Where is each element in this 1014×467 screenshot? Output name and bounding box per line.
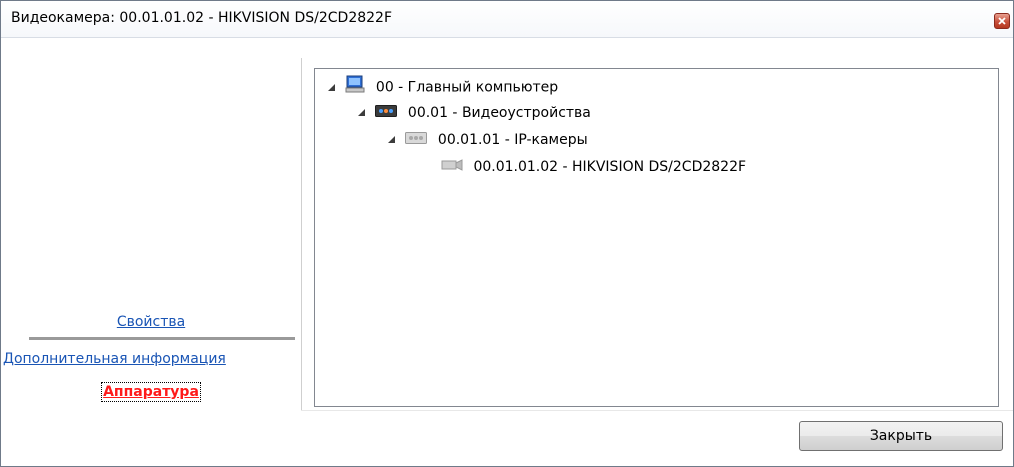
title-bar: Видеокамера: 00.01.01.02 - HIKVISION DS/… xyxy=(1,1,1013,38)
tree-item-label: 00.01.01.02 - HIKVISION DS/2CD2822F xyxy=(473,159,747,175)
computer-icon xyxy=(345,75,365,100)
expand-arrow-icon[interactable] xyxy=(327,77,341,99)
tree-item-label: 00 - Главный компьютер xyxy=(375,79,559,96)
tree-item-hikvision-camera[interactable]: 00.01.01.02 - HIKVISION DS/2CD2822F xyxy=(441,156,746,178)
video-devices-icon xyxy=(375,102,398,124)
tree-item-label: 00.01.01 - IP-камеры xyxy=(437,132,588,148)
window-close-button[interactable] xyxy=(994,13,1010,29)
camera-icon xyxy=(441,156,463,178)
expand-arrow-icon[interactable] xyxy=(387,129,401,151)
nav-link-properties[interactable]: Свойства xyxy=(1,314,301,330)
close-button[interactable]: Закрыть xyxy=(799,421,1003,451)
expand-arrow-icon[interactable] xyxy=(357,102,371,124)
tree-item-label: 00.01 - Видеоустройства xyxy=(407,105,591,121)
close-icon xyxy=(998,17,1006,25)
footer-divider xyxy=(301,410,1013,411)
nav-link-extra-info[interactable]: Дополнительная информация xyxy=(3,351,299,367)
nav-link-hardware-label: Аппаратура xyxy=(101,382,201,402)
window-title: Видеокамера: 00.01.01.02 - HIKVISION DS/… xyxy=(11,10,392,26)
dialog-window: Видеокамера: 00.01.01.02 - HIKVISION DS/… xyxy=(0,0,1014,467)
nav-link-hardware[interactable]: Аппаратура xyxy=(1,382,301,402)
nav-panel: Свойства Дополнительная информация Аппар… xyxy=(1,38,301,410)
panel-divider xyxy=(301,58,302,410)
hardware-tree[interactable]: 00 - Главный компьютер 00.01 - Видеоустр… xyxy=(314,68,999,407)
ip-cameras-icon xyxy=(405,129,428,151)
tree-item-main-computer[interactable]: 00 - Главный компьютер xyxy=(327,75,558,97)
dialog-content: Свойства Дополнительная информация Аппар… xyxy=(1,38,1013,466)
tree-item-ip-cameras[interactable]: 00.01.01 - IP-камеры xyxy=(387,129,588,151)
tree-item-video-devices[interactable]: 00.01 - Видеоустройства xyxy=(357,102,591,124)
nav-active-divider xyxy=(29,337,295,340)
